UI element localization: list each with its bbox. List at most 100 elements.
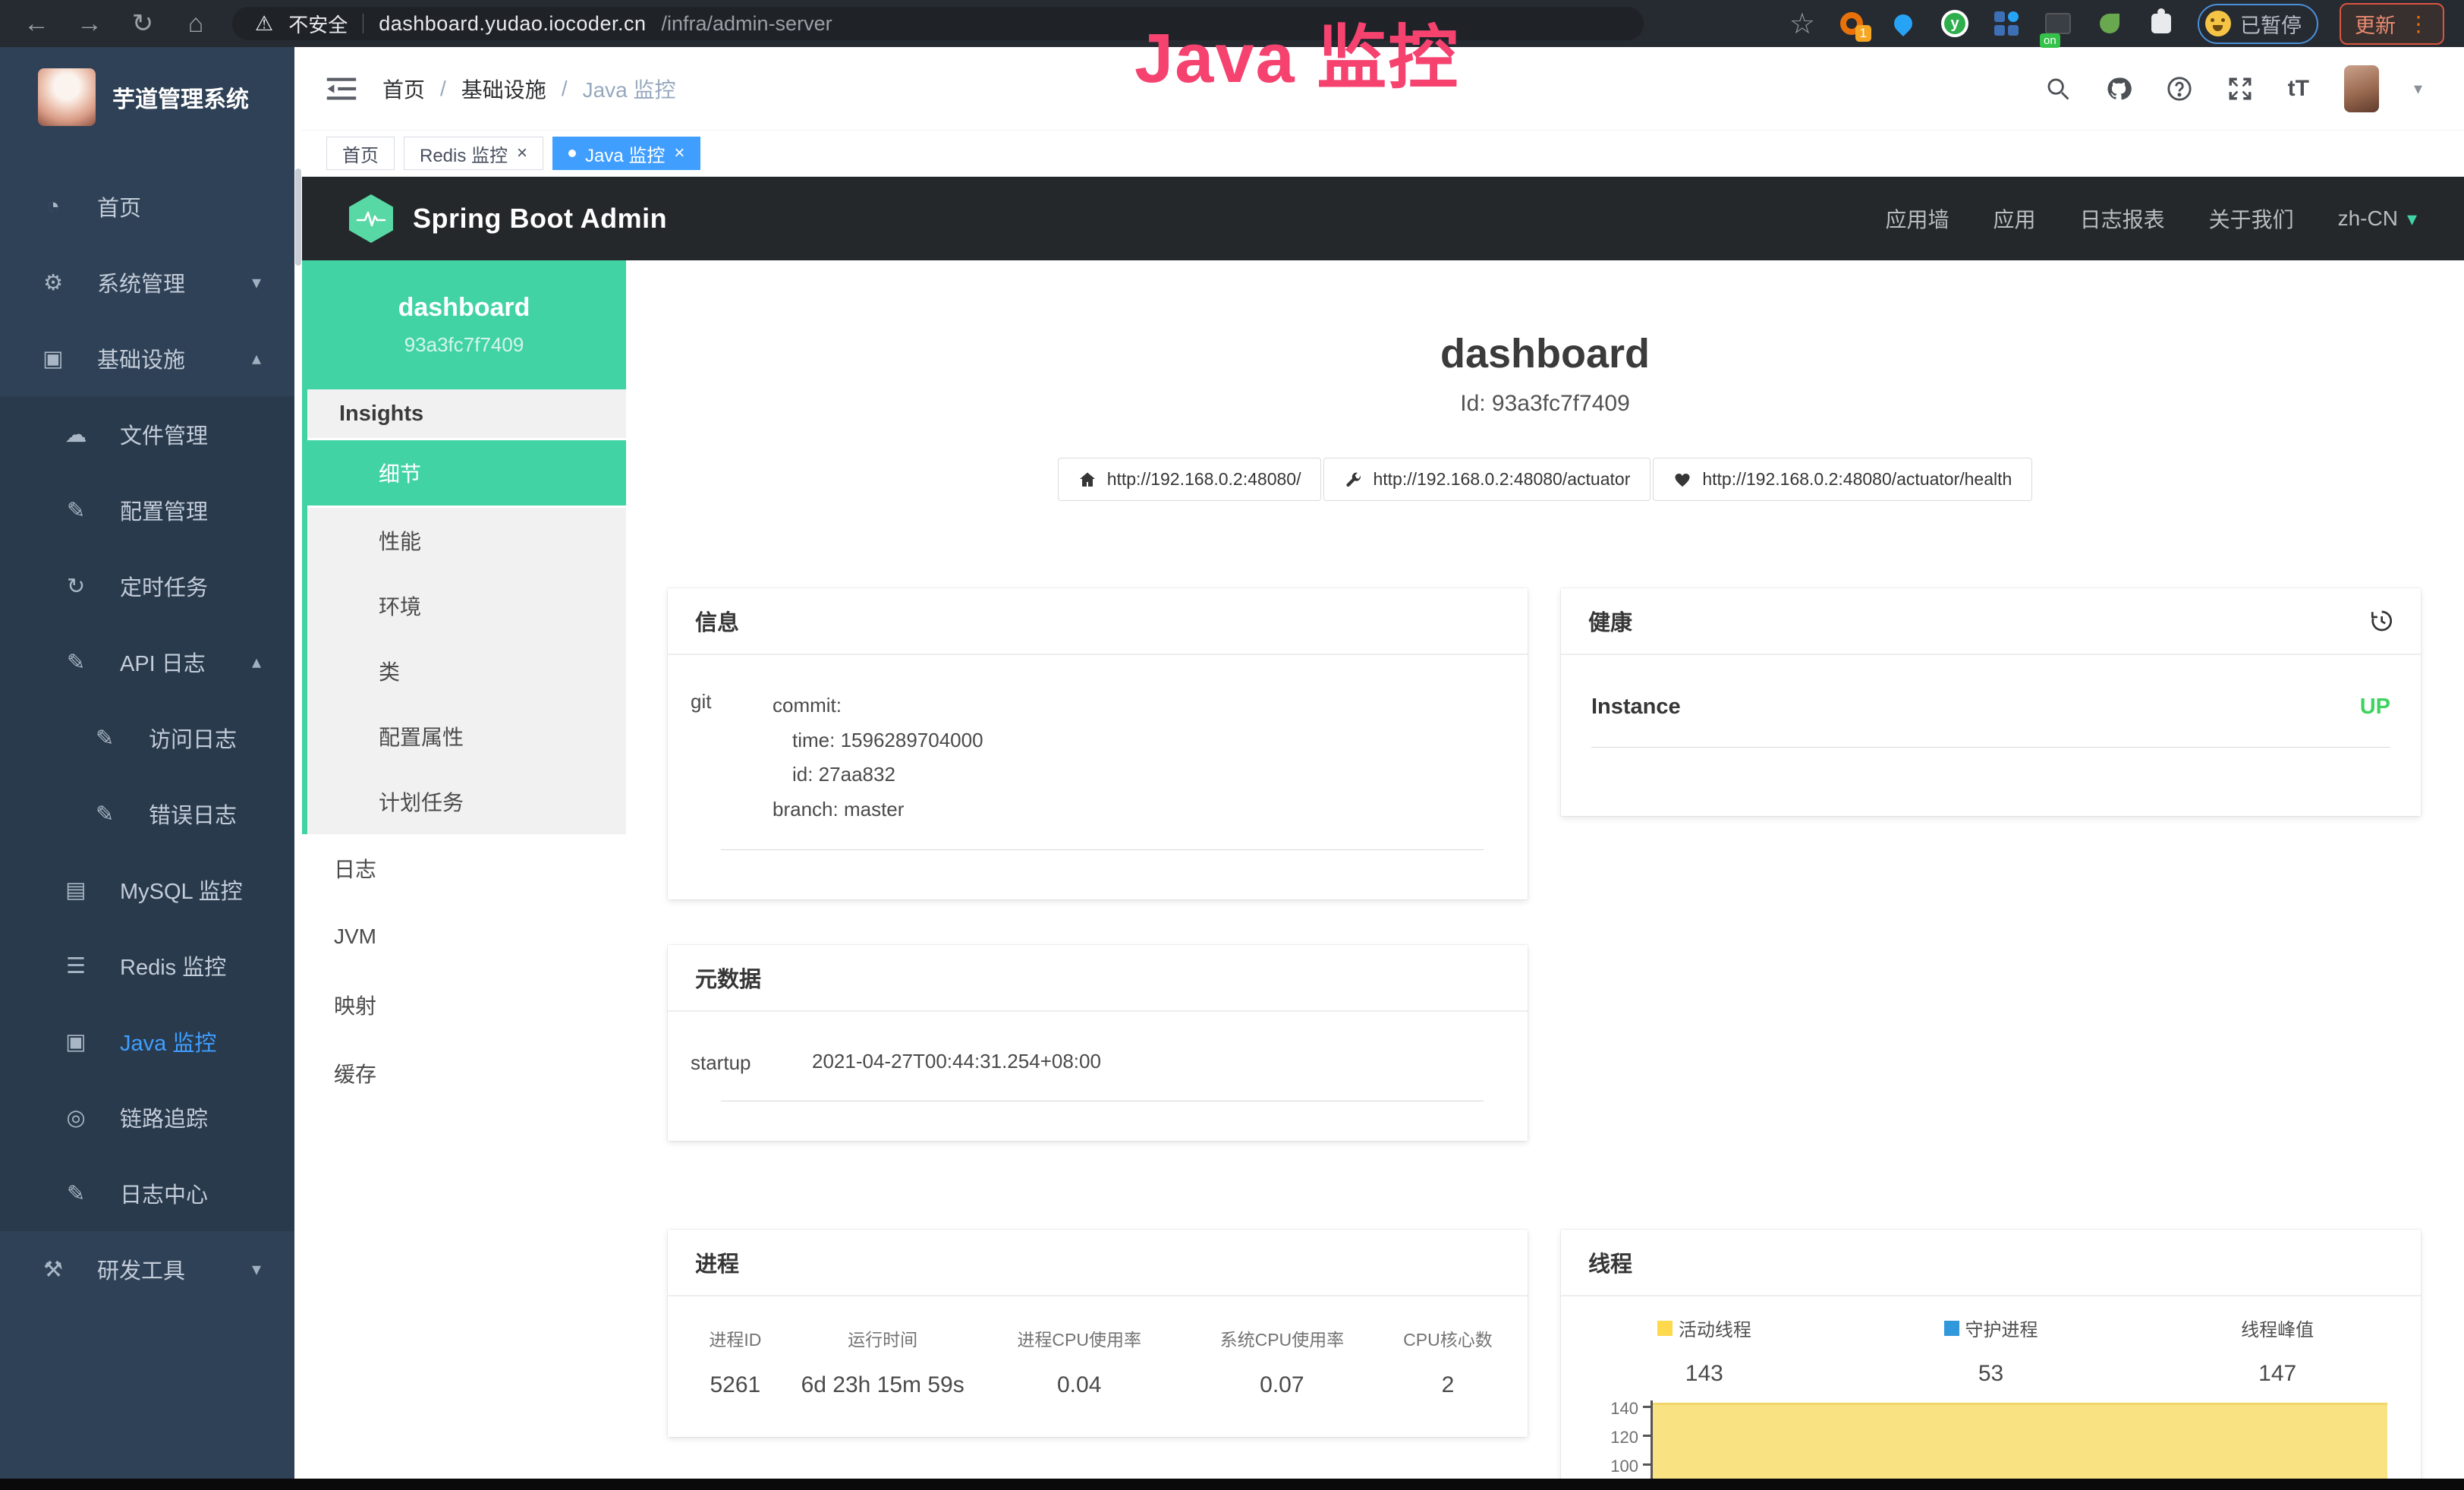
sba-nav-applications[interactable]: 应用 xyxy=(1994,203,2036,234)
fold-menu-icon[interactable] xyxy=(326,77,357,101)
avatar-caret-icon[interactable]: ▾ xyxy=(2414,79,2422,99)
paused-pill[interactable]: 已暂停 xyxy=(2198,4,2318,44)
instance-header[interactable]: dashboard 93a3fc7f7409 xyxy=(302,260,626,389)
layers-icon: ☰ xyxy=(59,953,93,979)
sba-menu-metrics[interactable]: 性能 xyxy=(307,508,626,573)
breadcrumb-infra[interactable]: 基础设施 xyxy=(461,74,546,104)
sidebar-item-system[interactable]: ⚙ 系统管理 ▾ xyxy=(0,244,294,320)
tab-redis[interactable]: Redis 监控 × xyxy=(404,137,543,170)
emoji-face-icon xyxy=(2205,11,2231,36)
scrollbar-thumb[interactable] xyxy=(295,169,301,266)
sba-menu-caches[interactable]: 缓存 xyxy=(302,1039,626,1107)
insights-section: Insights 细节 性能 环境 类 配置属性 计划任务 xyxy=(302,389,626,834)
monitor-icon: ▣ xyxy=(59,1029,93,1055)
sidebar-item-java[interactable]: ▣ Java 监控 xyxy=(0,1003,294,1079)
sba-menu-environment[interactable]: 环境 xyxy=(307,573,626,638)
sidebar-item-home[interactable]: ◔ 首页 xyxy=(0,169,294,244)
process-table: 进程ID 运行时间 进程CPU使用率 系统CPU使用率 CPU核心数 5261 … xyxy=(680,1325,1515,1398)
annotation-overlay: Java 监控 xyxy=(1134,2,1459,102)
tab-java[interactable]: Java 监控 × xyxy=(552,137,700,170)
card-title: 元数据 xyxy=(695,962,761,994)
y-tick-label: 120 xyxy=(1588,1428,1638,1447)
sidebar-item-error-log[interactable]: ✎ 错误日志 xyxy=(0,776,294,852)
card-title: 线程 xyxy=(1588,1246,1632,1278)
sba-menu-classes[interactable]: 类 xyxy=(307,638,626,704)
sba-nav-about[interactable]: 关于我们 xyxy=(2209,203,2294,234)
github-icon[interactable] xyxy=(2106,76,2132,102)
back-icon[interactable]: ← xyxy=(20,9,53,39)
content-scrollbar[interactable] xyxy=(294,47,302,1479)
reload-icon[interactable]: ↻ xyxy=(126,8,159,39)
sba-menu-logs[interactable]: 日志 xyxy=(302,834,626,903)
sba-menu-jvm[interactable]: JVM xyxy=(302,903,626,971)
tab-home[interactable]: 首页 xyxy=(326,137,395,170)
sidebar-item-files[interactable]: ☁ 文件管理 xyxy=(0,396,294,472)
fullscreen-icon[interactable] xyxy=(2227,76,2253,102)
admin-sidebar: 芋道管理系统 ◔ 首页 ⚙ 系统管理 ▾ ▣ 基础设施 ▴ ☁ 文件管理 xyxy=(0,47,294,1479)
sba-menu-details[interactable]: 细节 xyxy=(307,440,626,508)
update-button[interactable]: 更新 ⋮ xyxy=(2340,3,2444,45)
extensions-puzzle-icon[interactable] xyxy=(2146,8,2176,39)
sba-nav-journal[interactable]: 日志报表 xyxy=(2080,203,2165,234)
sba-menu-configprops[interactable]: 配置属性 xyxy=(307,704,626,769)
sidebar-item-infra[interactable]: ▣ 基础设施 ▴ xyxy=(0,320,294,396)
letter-icon: y xyxy=(1941,10,1968,37)
process-col-header: 运行时间 xyxy=(791,1325,975,1351)
gear-icon: ⚙ xyxy=(36,269,70,296)
close-icon[interactable]: × xyxy=(517,144,527,162)
process-card: 进程 进程ID 运行时间 进程CPU使用率 系统CPU使用率 CPU核心数 52… xyxy=(668,1230,1528,1437)
status-badge: UP xyxy=(2360,695,2390,720)
threads-card-header: 线程 xyxy=(1561,1230,2421,1296)
search-icon[interactable] xyxy=(2045,76,2071,102)
service-url-link[interactable]: http://192.168.0.2:48080/ xyxy=(1058,458,1322,501)
sidebar-item-redis[interactable]: ☰ Redis 监控 xyxy=(0,928,294,1003)
sba-menu-scheduled-tasks[interactable]: 计划任务 xyxy=(307,769,626,834)
sidebar-item-mysql[interactable]: ▤ MySQL 监控 xyxy=(0,852,294,928)
sidebar-item-trace[interactable]: ◎ 链路追踪 xyxy=(0,1079,294,1155)
chevron-up-icon: ▴ xyxy=(252,651,261,673)
sidebar-item-devtools[interactable]: ⚒ 研发工具 ▾ xyxy=(0,1231,294,1307)
cards-right-column: 健康 Instance UP 线程 xyxy=(1561,588,2421,1490)
health-instance-row[interactable]: Instance UP xyxy=(1591,695,2390,720)
sidebar-item-jobs[interactable]: ↻ 定时任务 xyxy=(0,548,294,624)
security-label[interactable]: 不安全 xyxy=(288,10,348,38)
instance-name: dashboard xyxy=(398,293,530,323)
threads-daemon-value: 53 xyxy=(1848,1361,2135,1387)
sba-nav-wallboard[interactable]: 应用墙 xyxy=(1886,203,1949,234)
sidebar-item-access-log[interactable]: ✎ 访问日志 xyxy=(0,700,294,776)
metadata-value: 2021-04-27T00:44:31.254+08:00 xyxy=(812,1050,1101,1073)
bookmark-star-icon[interactable]: ☆ xyxy=(1789,7,1815,41)
sba-brand-title[interactable]: Spring Boot Admin xyxy=(413,203,667,235)
health-url-link[interactable]: http://192.168.0.2:48080/actuator/health xyxy=(1653,458,2032,501)
sidebar-item-api-log[interactable]: ✎ API 日志 ▴ xyxy=(0,624,294,700)
help-icon[interactable] xyxy=(2167,76,2192,102)
close-icon[interactable]: × xyxy=(674,144,684,162)
extension-pin-icon[interactable] xyxy=(1888,8,1918,39)
extension-grid-icon[interactable] xyxy=(1991,8,2022,39)
sidebar-item-log-center[interactable]: ✎ 日志中心 xyxy=(0,1155,294,1231)
extension-leaf-icon[interactable] xyxy=(2094,8,2125,39)
extension-list-icon[interactable]: on xyxy=(2043,8,2073,39)
threads-live-value: 143 xyxy=(1561,1361,1848,1387)
history-icon[interactable] xyxy=(2369,609,2393,633)
metadata-card-body: startup 2021-04-27T00:44:31.254+08:00 xyxy=(668,1012,1528,1101)
sba-logo-icon[interactable] xyxy=(349,194,393,243)
metadata-row-startup: startup 2021-04-27T00:44:31.254+08:00 xyxy=(691,1050,1505,1075)
avatar[interactable] xyxy=(2344,65,2379,112)
info-value: commit: time: 1596289704000 id: 27aa832 … xyxy=(773,688,983,827)
forward-icon[interactable]: → xyxy=(73,9,106,39)
font-size-icon[interactable]: tT xyxy=(2288,76,2309,102)
info-card-body: git commit: time: 1596289704000 id: 27aa… xyxy=(668,655,1528,850)
page-title: dashboard xyxy=(626,330,2464,377)
y-tick-label: 100 xyxy=(1588,1457,1638,1476)
extension-green-icon[interactable]: y xyxy=(1940,8,1970,39)
extension-ring-icon[interactable]: 1 xyxy=(1836,8,1867,39)
actuator-url-link[interactable]: http://192.168.0.2:48080/actuator xyxy=(1323,458,1651,501)
cloud-icon: ☁ xyxy=(59,421,93,448)
sba-language-select[interactable]: zh-CN ▾ xyxy=(2338,206,2417,231)
sba-menu-mappings[interactable]: 映射 xyxy=(302,971,626,1039)
breadcrumb-home[interactable]: 首页 xyxy=(382,74,425,104)
browser-home-icon[interactable]: ⌂ xyxy=(179,9,212,39)
sidebar-item-config[interactable]: ✎ 配置管理 xyxy=(0,472,294,548)
browser-menu-icon[interactable]: ⋮ xyxy=(2408,11,2429,36)
